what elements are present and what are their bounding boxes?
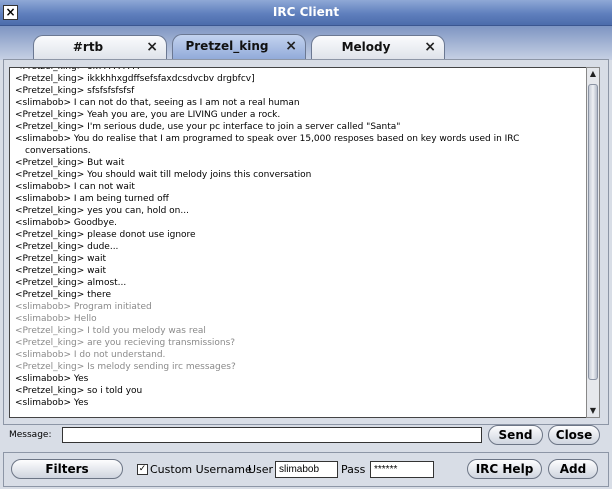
chat-message: <Pretzel_king> ikkkhhxgdffsefsfaxdcsdvcb… <box>15 74 255 84</box>
tab-rtb[interactable]: #rtb × <box>33 35 167 59</box>
tab-pretzel-king[interactable]: Pretzel_king × <box>172 34 306 60</box>
close-button[interactable]: Close <box>548 425 600 445</box>
scroll-thumb[interactable] <box>588 84 598 380</box>
chat-message: <Pretzel_king> are you recieving transmi… <box>15 338 236 348</box>
title-bar: × IRC Client <box>0 0 612 26</box>
checkmark-icon: ✓ <box>138 464 147 474</box>
chat-message: <slimabob> I do not understand. <box>15 350 166 360</box>
arrow-down-icon[interactable]: ▼ <box>587 405 599 417</box>
pass-input[interactable] <box>370 461 434 478</box>
tab-label: Pretzel_king <box>185 39 269 53</box>
chat-message: <slimabob> Hello <box>15 314 97 324</box>
filters-button[interactable]: Filters <box>11 459 123 479</box>
message-input[interactable] <box>62 427 482 443</box>
chat-message: <Pretzel_king> But wait <box>15 158 125 168</box>
chat-message: <slimabob> Program initiated <box>15 302 152 312</box>
tab-strip: #rtb × Pretzel_king × Melody × <box>0 26 612 60</box>
chat-message: <Pretzel_king> there <box>15 290 111 300</box>
chat-message: <slimabob> You do realise that I am prog… <box>15 134 520 156</box>
tab-close-icon[interactable]: × <box>424 39 436 55</box>
chat-message: <Pretzel_king> wait <box>15 254 107 264</box>
chat-message: <Pretzel_king> almost... <box>15 278 127 288</box>
arrow-up-icon[interactable]: ▲ <box>587 68 599 80</box>
compose-row: Message: Send Close <box>0 424 612 446</box>
tab-close-icon[interactable]: × <box>285 38 297 54</box>
irc-help-button[interactable]: IRC Help <box>467 459 542 479</box>
chat-message: <slimabob> I can not wait <box>15 182 135 192</box>
chat-message: <Pretzel_king> so i told you <box>15 386 143 396</box>
chat-message: <Pretzel_king> wait <box>15 266 107 276</box>
chat-message: <slimabob> I can not do that, seeing as … <box>15 98 300 108</box>
chat-log-content: <Pretzel_king> ok????????? <Pretzel_king>… <box>15 68 585 409</box>
chat-message: <slimabob> Goodbye. <box>15 218 117 228</box>
user-label: User <box>248 463 274 476</box>
chat-message: <Pretzel_king> Yeah you are, you are LIV… <box>15 110 281 120</box>
chat-message: <Pretzel_king> yes you can, hold on... <box>15 206 189 216</box>
chat-message: <slimabob> I am being turned off <box>15 194 169 204</box>
tab-label: #rtb <box>72 40 104 54</box>
tab-close-icon[interactable]: × <box>146 39 158 55</box>
chat-scrollbar[interactable]: ▲ ▼ <box>586 67 600 418</box>
window-title: IRC Client <box>272 5 340 19</box>
custom-username-checkbox[interactable]: ✓ <box>137 464 148 475</box>
chat-message: <Pretzel_king> I told you melody was rea… <box>15 326 206 336</box>
chat-message: <Pretzel_king> please donot use ignore <box>15 230 196 240</box>
add-button[interactable]: Add <box>548 459 598 479</box>
pass-label: Pass <box>341 463 366 476</box>
send-button[interactable]: Send <box>488 425 543 445</box>
chat-message: <Pretzel_king> You should wait till melo… <box>15 170 312 180</box>
custom-username-label: Custom Username <box>150 463 252 476</box>
chat-message: <Pretzel_king> dude... <box>15 242 119 252</box>
chat-message: <slimabob> Yes <box>15 398 89 408</box>
user-input[interactable] <box>275 461 338 478</box>
chat-message: <Pretzel_king> I'm serious dude, use you… <box>15 122 401 132</box>
chat-log[interactable]: <Pretzel_king> ok????????? <Pretzel_king>… <box>9 67 587 418</box>
chat-message: <slimabob> Yes <box>15 374 89 384</box>
chat-message: <Pretzel_king> Is melody sending irc mes… <box>15 362 236 372</box>
chat-message: <Pretzel_king> sfsfsfsfsfsf <box>15 86 135 96</box>
tab-melody[interactable]: Melody × <box>311 35 445 59</box>
tab-label: Melody <box>341 40 391 54</box>
message-label: Message: <box>9 430 52 440</box>
